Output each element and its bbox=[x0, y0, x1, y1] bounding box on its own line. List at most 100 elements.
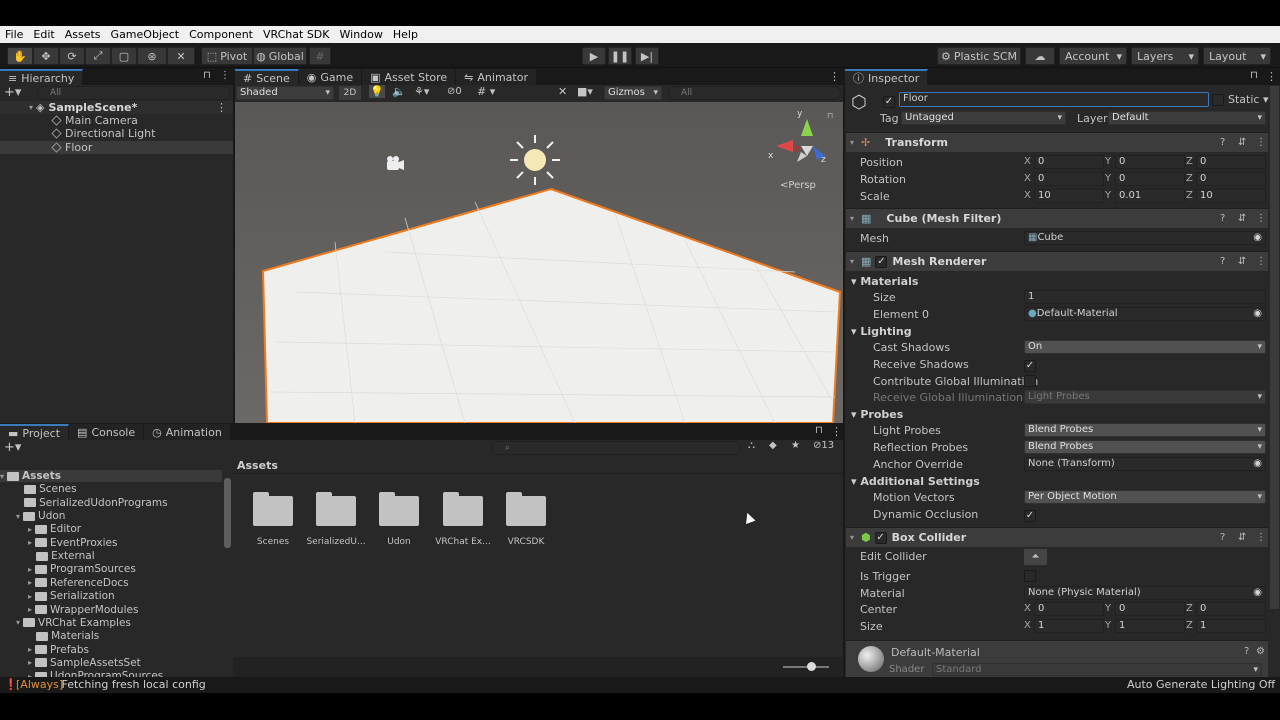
pivot-toggle[interactable]: ⬚ Pivot bbox=[201, 47, 253, 65]
position-z-axis-label[interactable]: Z bbox=[1186, 156, 1193, 167]
collider-size-y-axis-label[interactable]: Y bbox=[1105, 620, 1111, 631]
scale-y-field[interactable]: 0.01 bbox=[1115, 189, 1185, 203]
global-toggle[interactable]: ◍ Global bbox=[253, 47, 307, 65]
rotation-z-field[interactable]: 0 bbox=[1196, 172, 1266, 186]
position-y-axis-label[interactable]: Y bbox=[1105, 156, 1111, 167]
center-z-field[interactable]: 0 bbox=[1196, 602, 1266, 616]
contribute-gi-checkbox[interactable] bbox=[1024, 375, 1036, 390]
collapse-arrow-icon[interactable]: ▸ bbox=[28, 658, 32, 667]
collider-size-y-field[interactable]: 1 bbox=[1115, 619, 1185, 633]
kebab-menu-icon[interactable]: ⋮ bbox=[220, 70, 230, 81]
hidden-objects-counter[interactable]: ⊘0 bbox=[447, 86, 462, 97]
mesh-filter-header[interactable]: ▾ ▦ Cube (Mesh Filter) ? ⇵ ⋮ bbox=[846, 208, 1268, 228]
tree-item[interactable]: Materials bbox=[28, 630, 99, 642]
scene-lock-icon[interactable]: ⊓ bbox=[827, 111, 833, 120]
tree-item[interactable]: ▾ VRChat Examples bbox=[16, 617, 131, 629]
preset-icon[interactable]: ⇵ bbox=[1238, 256, 1246, 267]
collapse-arrow-icon[interactable]: ▸ bbox=[28, 578, 32, 587]
edit-collider-button[interactable]: ⏶ bbox=[1023, 548, 1048, 566]
expand-arrow-icon[interactable]: ▾ bbox=[16, 618, 20, 627]
component-kebab-icon[interactable]: ⋮ bbox=[1256, 532, 1266, 543]
shader-dropdown[interactable]: Standard bbox=[932, 663, 1262, 676]
collapse-arrow-icon[interactable] bbox=[16, 485, 21, 494]
tree-item[interactable]: ▸ Editor bbox=[28, 523, 81, 535]
inspector-scrollbar[interactable] bbox=[1270, 86, 1279, 609]
breadcrumb-assets[interactable]: Assets bbox=[237, 459, 278, 472]
receive-shadows-checkbox[interactable]: ✓ bbox=[1024, 358, 1036, 372]
light-probes-dropdown[interactable]: Blend Probes bbox=[1024, 423, 1266, 437]
layer-dropdown[interactable]: Default bbox=[1108, 111, 1266, 125]
preset-icon[interactable]: ⇵ bbox=[1238, 532, 1246, 543]
object-name-input[interactable]: Floor bbox=[899, 92, 1209, 107]
collapse-arrow-icon[interactable]: ▸ bbox=[28, 565, 32, 574]
tree-item[interactable]: ▸ ProgramSources bbox=[28, 563, 136, 575]
settings-gear-icon[interactable]: ⚙ bbox=[1256, 646, 1265, 657]
element0-field[interactable]: ●Default-Material ◉ bbox=[1024, 307, 1266, 321]
menu-window[interactable]: Window bbox=[340, 28, 383, 41]
auto-lighting-status[interactable]: Auto Generate Lighting Off bbox=[1127, 678, 1275, 691]
mesh-renderer-enabled-checkbox[interactable]: ✓ bbox=[875, 255, 888, 268]
center-y-field[interactable]: 0 bbox=[1115, 602, 1185, 616]
tab-project[interactable]: ▬ Project bbox=[0, 424, 70, 440]
rotate-tool-icon[interactable]: ⟳ bbox=[59, 47, 85, 65]
filter-label-icon[interactable]: ◆ bbox=[769, 440, 777, 451]
tree-item[interactable]: SerializedUdonPrograms bbox=[16, 497, 168, 509]
folder-icon[interactable] bbox=[506, 492, 546, 526]
step-button[interactable]: ▶| bbox=[635, 47, 659, 65]
tree-scrollbar[interactable] bbox=[224, 478, 231, 548]
is-trigger-checkbox[interactable] bbox=[1024, 570, 1036, 585]
favorite-star-icon[interactable]: ★ bbox=[791, 440, 800, 451]
materials-size-field[interactable]: 1 bbox=[1024, 290, 1266, 304]
tab-animator[interactable]: ⇋ Animator bbox=[456, 69, 537, 85]
box-collider-header[interactable]: ▾ ⬢ ✓ Box Collider ? ⇵ ⋮ bbox=[846, 527, 1268, 547]
rotation-y-axis-label[interactable]: Y bbox=[1105, 173, 1111, 184]
collapse-arrow-icon[interactable]: ▸ bbox=[28, 538, 32, 547]
motion-vectors-dropdown[interactable]: Per Object Motion bbox=[1024, 490, 1266, 504]
scale-z-field[interactable]: 10 bbox=[1196, 189, 1266, 203]
move-tool-icon[interactable]: ✥ bbox=[33, 47, 59, 65]
custom-tool-icon[interactable]: ✕ bbox=[167, 47, 195, 65]
filter-type-icon[interactable]: ⛬ bbox=[748, 440, 755, 451]
folder-label[interactable]: Scenes bbox=[238, 537, 308, 547]
probes-section[interactable]: ▾ Probes bbox=[851, 408, 903, 421]
help-icon[interactable]: ? bbox=[1220, 213, 1225, 224]
position-x-axis-label[interactable]: X bbox=[1024, 156, 1031, 167]
mesh-renderer-header[interactable]: ▾ ▦ ✓ Mesh Renderer ? ⇵ ⋮ bbox=[846, 251, 1268, 271]
tab-inspector[interactable]: ⓘ Inspector bbox=[845, 69, 929, 85]
tag-dropdown[interactable]: Untagged bbox=[901, 111, 1066, 125]
box-collider-enabled-checkbox[interactable]: ✓ bbox=[874, 531, 887, 544]
tree-item[interactable]: ▸ ReferenceDocs bbox=[28, 577, 129, 589]
center-z-axis-label[interactable]: Z bbox=[1186, 603, 1193, 614]
cloud-icon[interactable]: ☁ bbox=[1025, 47, 1055, 65]
collider-size-x-axis-label[interactable]: X bbox=[1024, 620, 1031, 631]
pause-button[interactable]: ❚❚ bbox=[608, 47, 632, 65]
inspector-kebab-icon[interactable]: ⋮ bbox=[1266, 70, 1277, 83]
active-checkbox[interactable]: ✓ bbox=[883, 94, 895, 108]
lighting-toggle-icon[interactable]: 💡 bbox=[369, 85, 385, 98]
position-y-field[interactable]: 0 bbox=[1115, 155, 1185, 169]
collider-size-z-field[interactable]: 1 bbox=[1196, 619, 1266, 633]
collapse-arrow-icon[interactable] bbox=[16, 498, 21, 507]
play-button[interactable]: ▶ bbox=[582, 47, 606, 65]
collapse-arrow-icon[interactable] bbox=[28, 552, 33, 561]
hierarchy-item-directional-light[interactable]: Directional Light bbox=[0, 127, 233, 140]
grid-toggle-icon[interactable]: # ▾ bbox=[477, 85, 495, 98]
cast-shadows-dropdown[interactable]: On bbox=[1024, 340, 1266, 354]
audio-toggle-icon[interactable]: 🔈 bbox=[392, 85, 406, 98]
rotation-z-axis-label[interactable]: Z bbox=[1186, 173, 1193, 184]
hierarchy-item-floor[interactable]: Floor bbox=[0, 141, 233, 154]
center-x-field[interactable]: 0 bbox=[1034, 602, 1104, 616]
rotation-y-field[interactable]: 0 bbox=[1115, 172, 1185, 186]
collider-material-field[interactable]: None (Physic Material) ◉ bbox=[1024, 586, 1266, 600]
zoom-slider-track[interactable] bbox=[783, 666, 829, 668]
tree-item[interactable]: ▸ WrapperModules bbox=[28, 604, 138, 616]
object-picker-icon[interactable]: ◉ bbox=[1253, 308, 1262, 320]
rotation-x-field[interactable]: 0 bbox=[1034, 172, 1104, 186]
grid-snap-icon[interactable]: # bbox=[309, 47, 331, 65]
anchor-override-field[interactable]: None (Transform) ◉ bbox=[1024, 457, 1266, 471]
hidden-packages-counter[interactable]: ⊘13 bbox=[813, 440, 834, 451]
tab-game[interactable]: ◉ Game bbox=[298, 69, 363, 85]
menu-component[interactable]: Component bbox=[189, 28, 253, 41]
inspector-lock-icon[interactable]: ⊓ bbox=[1250, 70, 1258, 81]
tree-item[interactable]: ▸ Serialization bbox=[28, 590, 115, 602]
